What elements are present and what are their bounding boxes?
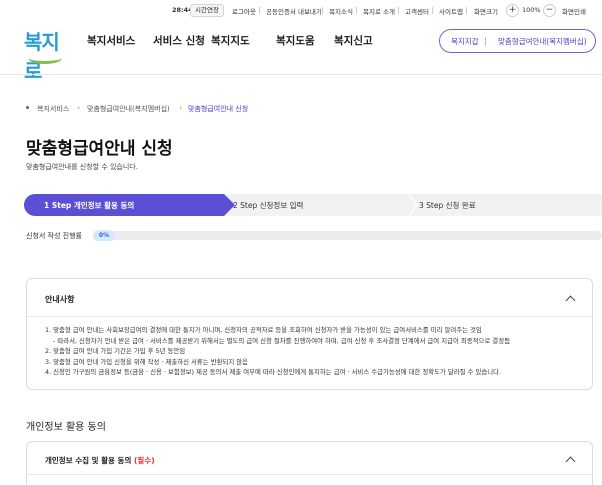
nav-welfare-help[interactable]: 복지도움 bbox=[276, 33, 315, 48]
divider bbox=[27, 474, 592, 475]
consent-panel: 개인정보 수집 및 활용 동의 (필수) bbox=[26, 441, 593, 485]
required-badge: (필수) bbox=[133, 456, 155, 465]
sitemap-link[interactable]: 사이트맵 bbox=[439, 6, 463, 16]
export-cert-link[interactable]: 공동인증서 내보내기 bbox=[266, 6, 322, 16]
consent-title-text: 개인정보 수집 및 활용 동의 bbox=[45, 456, 132, 465]
section-title: 개인정보 활용 동의 bbox=[26, 422, 106, 433]
notice-line: 2. 맞춤형 급여 안내 가입 기간은 가입 후 5년 동안임 bbox=[45, 347, 186, 355]
zoom-level: 100% bbox=[522, 6, 541, 14]
step-separator bbox=[407, 194, 416, 216]
zoom-out-button[interactable]: − bbox=[543, 4, 556, 17]
about-link[interactable]: 복지로 소개 bbox=[363, 6, 395, 16]
nav-welfare-report[interactable]: 복지신고 bbox=[334, 33, 373, 48]
nav-welfare-services[interactable]: 복지서비스 bbox=[87, 33, 135, 48]
chevron-up-icon[interactable] bbox=[565, 295, 576, 306]
progress-label: 신청서 작성 진행률 bbox=[26, 232, 82, 240]
site-logo[interactable]: 복지로 bbox=[22, 24, 72, 83]
header-divider bbox=[0, 74, 602, 75]
nav-welfare-map[interactable]: 복지지도 bbox=[211, 33, 250, 48]
welfare-news-link[interactable]: 복지소식 bbox=[329, 6, 353, 16]
divider bbox=[356, 7, 357, 14]
quick-menu-pill: 복지지갑 맞춤형급여안내(복지멤버십) bbox=[439, 29, 596, 53]
extend-session-button[interactable]: 시간연장 bbox=[190, 4, 224, 17]
notice-line: - 따라서, 신청자가 안내 받은 급여 · 서비스를 제공받기 위해서는 별도… bbox=[53, 336, 510, 345]
zoom-in-button[interactable]: + bbox=[506, 4, 519, 17]
chevron-up-icon[interactable] bbox=[565, 456, 576, 467]
home-icon[interactable] bbox=[26, 106, 29, 109]
membership-link[interactable]: 맞춤형급여안내(복지멤버십) bbox=[498, 36, 587, 47]
divider bbox=[259, 7, 260, 14]
page-subtitle: 맞춤형급여안내를 신청할 수 있습니다. bbox=[26, 163, 138, 171]
print-link[interactable]: 화면인쇄 bbox=[562, 6, 586, 16]
consent-title: 개인정보 수집 및 활용 동의 (필수) bbox=[45, 455, 155, 466]
step-3-label: 3 Step 신청 완료 bbox=[419, 201, 476, 210]
divider bbox=[432, 7, 433, 14]
customer-center-link[interactable]: 고객센터 bbox=[405, 6, 429, 16]
step-1-label: 1 Step 개인정보 활용 동의 bbox=[44, 201, 135, 210]
step-2-label: 2 Step 신청정보 입력 bbox=[233, 201, 304, 210]
divider bbox=[398, 7, 399, 14]
divider bbox=[27, 316, 592, 317]
screen-size-label: 화면크기 bbox=[474, 8, 498, 16]
divider bbox=[485, 37, 486, 46]
notice-line: 4. 신청인 가구원의 금융정보 등(금융 · 신용 · 보험정보) 제공 동의… bbox=[45, 368, 501, 376]
progress-bar bbox=[93, 231, 602, 240]
utility-bar: 28:44 시간연장 로그아웃 공동인증서 내보내기 복지소식 복지로 소개 고… bbox=[0, 3, 602, 21]
breadcrumb-item[interactable]: 맞춤형급여안내(복지멤버십) bbox=[87, 104, 170, 114]
welfare-wallet-link[interactable]: 복지지갑 bbox=[451, 36, 479, 47]
logo-smile-icon bbox=[28, 52, 62, 64]
logout-link[interactable]: 로그아웃 bbox=[232, 6, 256, 16]
nav-service-apply[interactable]: 서비스 신청 bbox=[153, 33, 205, 48]
step-indicator: 1 Step 개인정보 활용 동의 2 Step 신청정보 입력 3 Step … bbox=[24, 194, 602, 216]
chevron-right-icon: › bbox=[77, 103, 81, 112]
notice-line: 1. 맞춤형 급여 안내는 사회보장급여의 결정에 대한 통지가 아니며, 신청… bbox=[45, 326, 482, 334]
divider bbox=[322, 7, 323, 14]
chevron-right-icon: › bbox=[179, 103, 183, 112]
breadcrumb-item[interactable]: 복지서비스 bbox=[37, 104, 69, 114]
page-title: 맞춤형급여안내 신청 bbox=[26, 139, 173, 159]
notice-body: 1. 맞춤형 급여 안내는 사회보장급여의 결정에 대한 통지가 아니며, 신청… bbox=[45, 325, 585, 378]
progress-value: 0% bbox=[93, 230, 115, 241]
notice-title: 안내사항 bbox=[45, 295, 75, 304]
notice-panel: 안내사항 1. 맞춤형 급여 안내는 사회보장급여의 결정에 대한 통지가 아니… bbox=[26, 278, 593, 390]
divider bbox=[466, 7, 467, 14]
notice-line: 3. 맞춤형 급여 안내 가입 신청을 위해 작성 · 제출하신 서류는 반환되… bbox=[45, 357, 249, 366]
breadcrumb-current: 맞춤형급여안내 신청 bbox=[188, 105, 249, 113]
